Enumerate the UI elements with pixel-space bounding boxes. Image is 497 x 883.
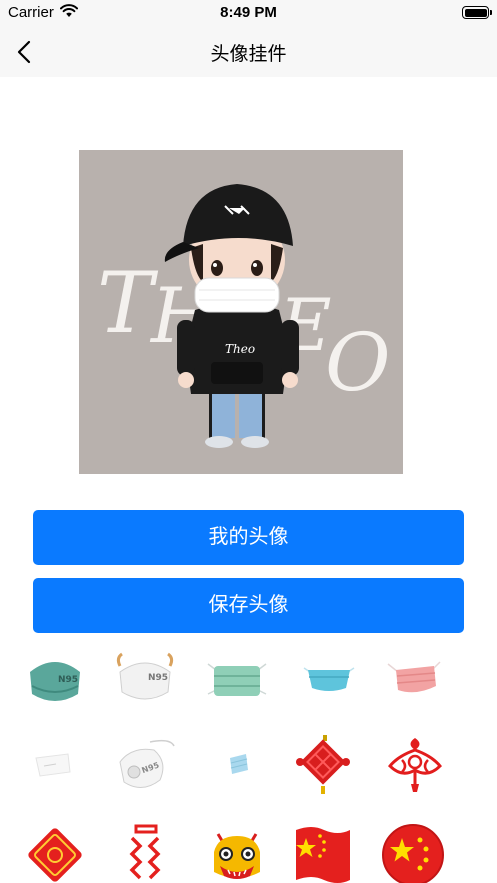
surgical-mask-blue-icon[interactable] xyxy=(296,646,362,712)
chinese-knot-ornate-icon[interactable] xyxy=(382,732,448,798)
n95-mask-green-icon[interactable]: N95 xyxy=(22,646,88,712)
avatar-letter-o: O xyxy=(325,316,391,409)
status-bar: Carrier 8:49 PM xyxy=(0,0,497,26)
lucky-knot-tile-icon[interactable] xyxy=(22,822,88,883)
page-title: 头像挂件 xyxy=(210,44,287,65)
save-avatar-button[interactable]: 保存头像 xyxy=(33,578,464,633)
n95-mask-white-icon[interactable]: N95 xyxy=(112,646,178,712)
avatar-letter-t: T xyxy=(97,254,159,352)
avatar-image: T H E O Theo xyxy=(79,150,403,474)
battery-icon xyxy=(462,6,492,19)
my-avatar-button[interactable]: 我的头像 xyxy=(33,510,464,565)
surgical-mask-pink-icon[interactable] xyxy=(382,646,448,712)
lion-dance-head-icon[interactable] xyxy=(204,822,270,883)
small-mask-blue-icon[interactable] xyxy=(204,732,270,798)
navigation-bar: 头像挂件 xyxy=(0,26,497,77)
surgical-mask-green-icon[interactable] xyxy=(204,646,270,712)
avatar-preview: T H E O Theo xyxy=(79,150,403,474)
clock: 8:49 PM xyxy=(220,4,277,21)
china-flag-badge-icon[interactable] xyxy=(380,822,446,883)
avatar-shirt-text: Theo xyxy=(225,342,255,356)
svg-text:N95: N95 xyxy=(58,675,78,685)
n95-valve-mask-white-icon[interactable]: N95 xyxy=(112,732,178,798)
firecracker-chain-icon[interactable] xyxy=(112,822,178,883)
svg-text:N95: N95 xyxy=(148,673,168,683)
paper-mask-white-icon[interactable] xyxy=(22,732,88,798)
chinese-knot-diamond-icon[interactable] xyxy=(290,732,356,798)
china-flag-icon[interactable] xyxy=(290,822,356,883)
